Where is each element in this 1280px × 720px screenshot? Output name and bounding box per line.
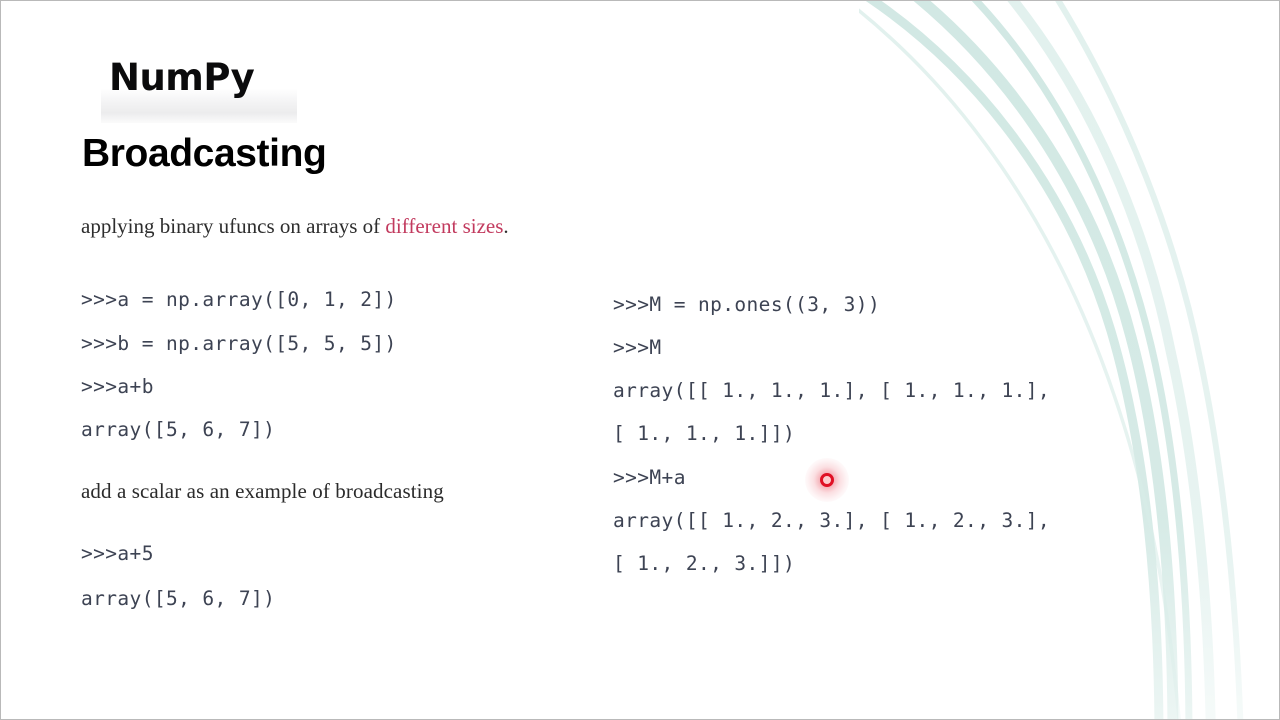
right-code-line-2: array([[ 1., 1., 1.], [ 1., 1., 1.],	[613, 379, 1051, 402]
page-title: Broadcasting	[82, 132, 327, 175]
right-code-line-0: >>>M = np.ones((3, 3))	[613, 293, 881, 316]
right-code-line-4: >>>M+a	[613, 466, 686, 489]
left-code-line-0: >>>a = np.array([0, 1, 2])	[81, 288, 397, 311]
decorative-ribbon-curves	[859, 1, 1244, 719]
right-code-line-6: [ 1., 2., 3.]])	[613, 552, 796, 575]
numpy-logo-text: NumPy	[109, 56, 255, 99]
click-halo	[805, 458, 849, 502]
page-subtitle: applying binary ufuncs on arrays of diff…	[81, 212, 509, 240]
right-code-line-3: [ 1., 1., 1.]])	[613, 422, 796, 445]
left-code-line-6: array([5, 6, 7])	[81, 587, 276, 610]
subtitle-tail: .	[503, 214, 509, 238]
left-code-line-5: >>>a+5	[81, 542, 154, 565]
subtitle-lead: applying binary ufuncs on arrays of	[81, 214, 386, 238]
left-code-line-4: add a scalar as an example of broadcasti…	[81, 479, 444, 503]
left-code-line-3: array([5, 6, 7])	[81, 418, 276, 441]
numpy-logo: NumPy	[101, 51, 297, 123]
left-code-line-1: >>>b = np.array([5, 5, 5])	[81, 332, 397, 355]
right-code-line-5: array([[ 1., 2., 3.], [ 1., 2., 3.],	[613, 509, 1051, 532]
right-code-line-1: >>>M	[613, 336, 662, 359]
slide-canvas: NumPy Broadcasting applying binary ufunc…	[0, 0, 1280, 720]
click-indicator	[805, 458, 849, 502]
click-ring	[820, 473, 834, 487]
subtitle-accent: different sizes	[385, 214, 504, 238]
left-code-line-2: >>>a+b	[81, 375, 154, 398]
